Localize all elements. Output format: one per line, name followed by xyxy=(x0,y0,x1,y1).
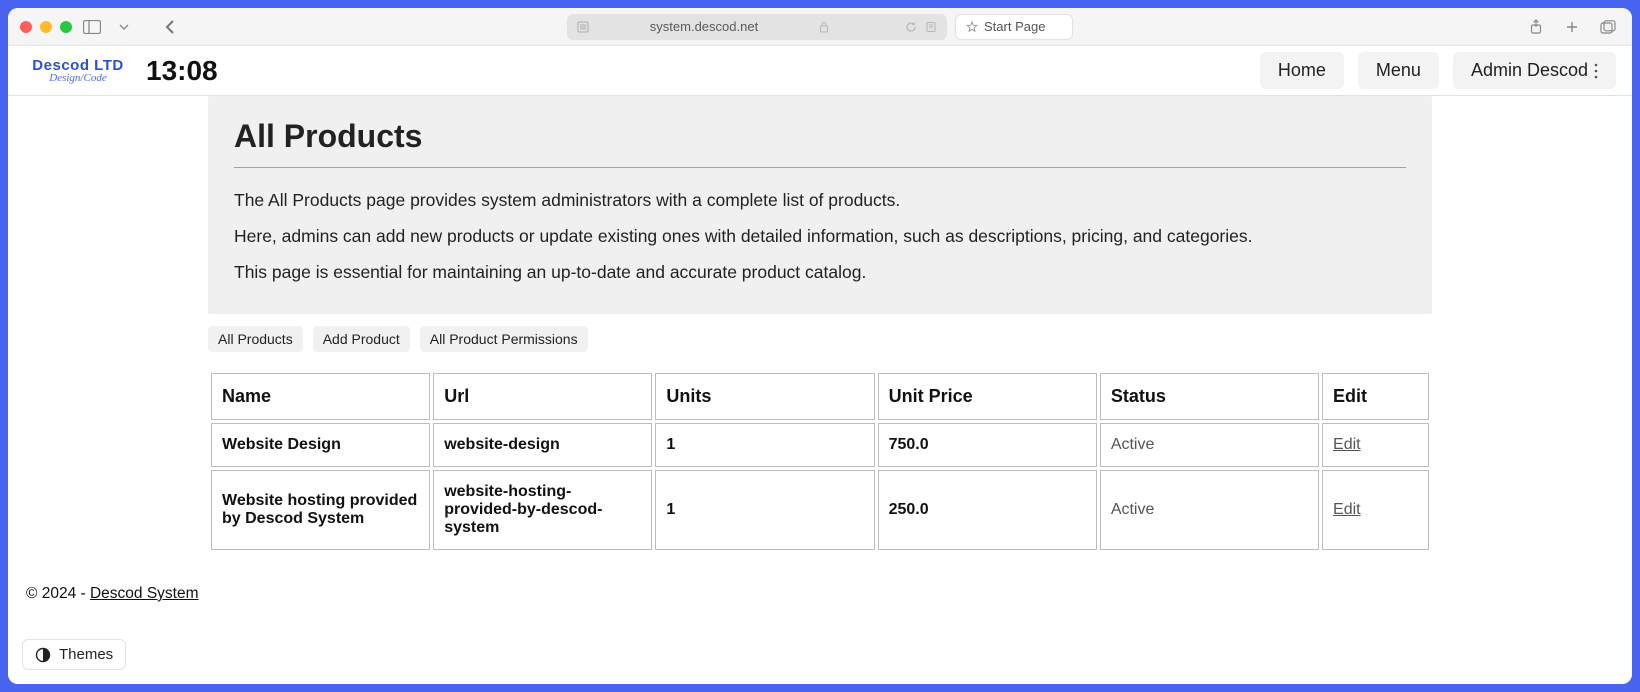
new-tab-icon[interactable] xyxy=(1560,15,1584,39)
cell-edit: Edit xyxy=(1322,423,1429,467)
bookmark-label: Start Page xyxy=(984,19,1045,34)
th-price: Unit Price xyxy=(878,373,1097,420)
edit-link[interactable]: Edit xyxy=(1333,436,1361,453)
cell-price: 250.0 xyxy=(878,470,1097,550)
address-bar-group: system.descod.net Start Page xyxy=(567,14,1073,40)
star-icon xyxy=(966,21,978,33)
themes-button[interactable]: Themes xyxy=(22,639,126,670)
subtabs: All Products Add Product All Product Per… xyxy=(208,326,1432,352)
desc-line-1: The All Products page provides system ad… xyxy=(234,186,1406,214)
clock: 13:08 xyxy=(146,55,218,87)
logo-line2: Design/Code xyxy=(24,73,132,84)
tab-add-product[interactable]: Add Product xyxy=(313,326,410,352)
th-status: Status xyxy=(1100,373,1319,420)
contrast-icon xyxy=(35,647,51,663)
cell-units: 1 xyxy=(655,470,874,550)
products-table: Name Url Units Unit Price Status Edit We… xyxy=(208,370,1432,553)
table-header-row: Name Url Units Unit Price Status Edit xyxy=(211,373,1429,420)
minimize-window-icon[interactable] xyxy=(40,21,52,33)
share-icon[interactable] xyxy=(1524,15,1548,39)
nav-menu[interactable]: Menu xyxy=(1358,52,1439,89)
page-intro-band: All Products The All Products page provi… xyxy=(208,96,1432,314)
tab-overview-icon[interactable] xyxy=(1596,15,1620,39)
reader-icon[interactable] xyxy=(925,21,937,33)
address-bar[interactable]: system.descod.net xyxy=(567,14,947,40)
sidebar-toggle-icon[interactable] xyxy=(80,15,104,39)
nav-admin-label: Admin Descod xyxy=(1471,60,1588,81)
page-description: The All Products page provides system ad… xyxy=(234,186,1406,286)
cell-edit: Edit xyxy=(1322,470,1429,550)
cell-url: website-hosting-provided-by-descod-syste… xyxy=(433,470,652,550)
th-url: Url xyxy=(433,373,652,420)
products-table-wrap: Name Url Units Unit Price Status Edit We… xyxy=(208,360,1432,553)
divider xyxy=(234,167,1406,168)
cell-url: website-design xyxy=(433,423,652,467)
traffic-lights xyxy=(20,21,72,33)
nav-admin[interactable]: Admin Descod xyxy=(1453,52,1616,89)
cell-status: Active xyxy=(1100,423,1319,467)
browser-titlebar: system.descod.net Start Page xyxy=(8,8,1632,46)
cell-price: 750.0 xyxy=(878,423,1097,467)
footer: © 2024 - Descod System xyxy=(8,571,1632,617)
bookmark-start-page[interactable]: Start Page xyxy=(955,14,1073,40)
themes-label: Themes xyxy=(59,646,113,663)
edit-link[interactable]: Edit xyxy=(1333,501,1361,518)
nav-home[interactable]: Home xyxy=(1260,52,1344,89)
table-row: Website hosting provided by Descod Syste… xyxy=(211,470,1429,550)
th-units: Units xyxy=(655,373,874,420)
site-settings-icon xyxy=(577,21,589,33)
lock-icon xyxy=(819,21,829,33)
cell-name: Website hosting provided by Descod Syste… xyxy=(211,470,430,550)
desc-line-3: This page is essential for maintaining a… xyxy=(234,258,1406,286)
cell-name: Website Design xyxy=(211,423,430,467)
cell-status: Active xyxy=(1100,470,1319,550)
back-button[interactable] xyxy=(156,13,184,41)
primary-nav: Home Menu Admin Descod xyxy=(1260,52,1616,89)
th-name: Name xyxy=(211,373,430,420)
th-edit: Edit xyxy=(1322,373,1429,420)
close-window-icon[interactable] xyxy=(20,21,32,33)
app-header: Descod LTD Design/Code 13:08 Home Menu A… xyxy=(8,46,1632,96)
copyright: © 2024 - xyxy=(26,585,90,602)
refresh-icon[interactable] xyxy=(905,21,917,33)
footer-link[interactable]: Descod System xyxy=(90,585,199,602)
desc-line-2: Here, admins can add new products or upd… xyxy=(234,222,1406,250)
logo-line1: Descod LTD xyxy=(24,58,132,73)
chevron-down-icon[interactable] xyxy=(112,15,136,39)
kebab-icon xyxy=(1594,63,1598,79)
table-row: Website Design website-design 1 750.0 Ac… xyxy=(211,423,1429,467)
tab-all-products[interactable]: All Products xyxy=(208,326,303,352)
page-title: All Products xyxy=(234,118,1406,155)
tab-all-permissions[interactable]: All Product Permissions xyxy=(420,326,588,352)
url-text: system.descod.net xyxy=(597,19,811,34)
logo[interactable]: Descod LTD Design/Code xyxy=(24,58,132,84)
cell-units: 1 xyxy=(655,423,874,467)
maximize-window-icon[interactable] xyxy=(60,21,72,33)
